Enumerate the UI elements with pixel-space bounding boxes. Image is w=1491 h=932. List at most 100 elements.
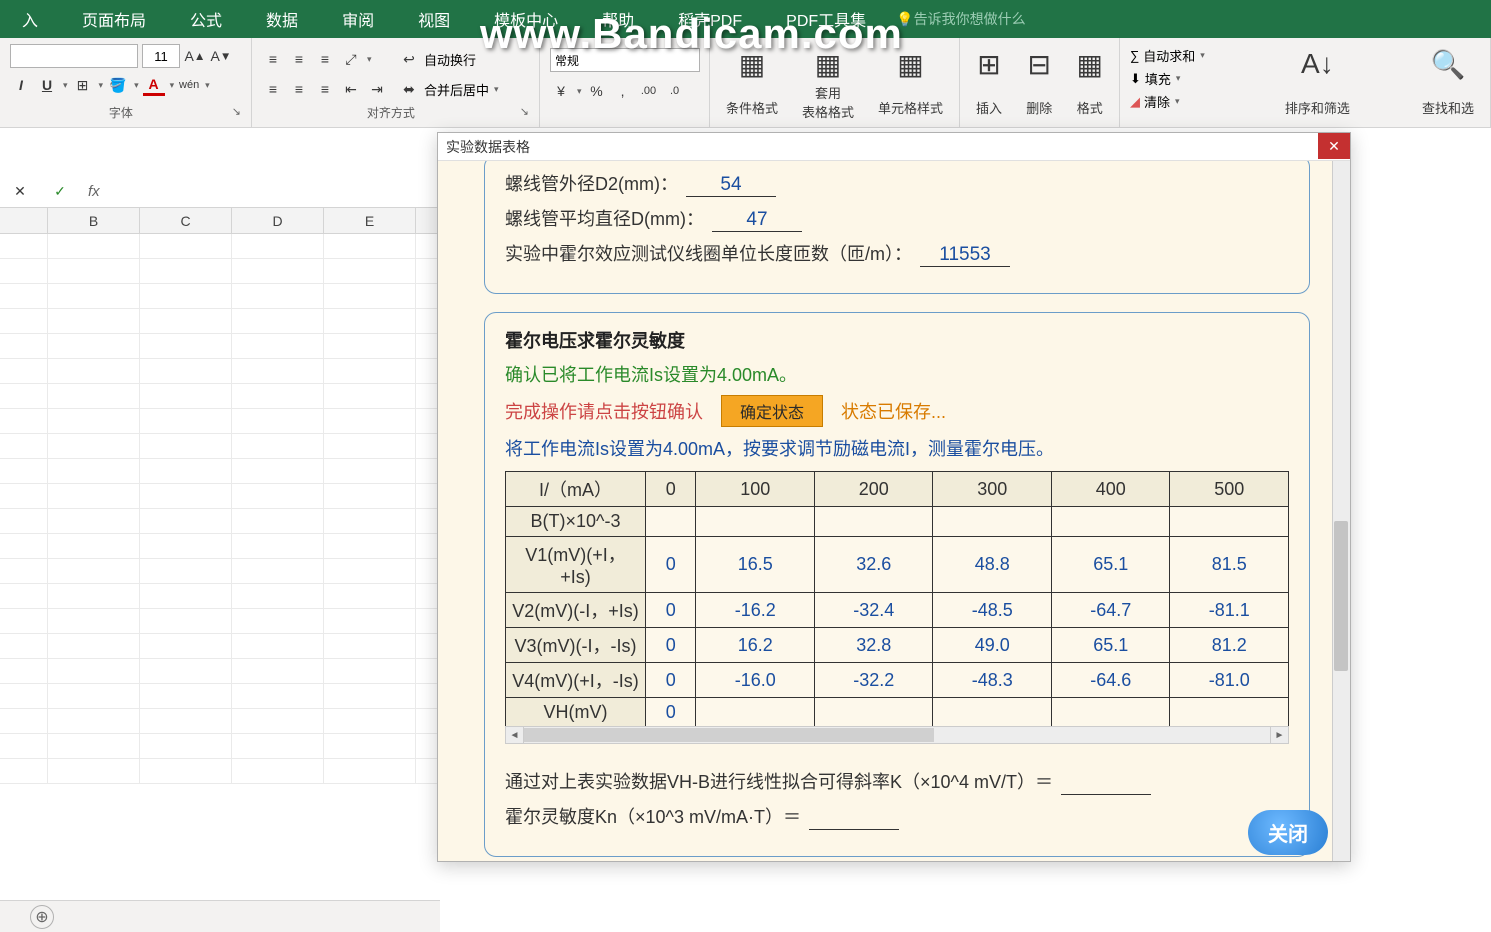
- table-cell[interactable]: 0: [646, 663, 696, 698]
- add-sheet-button[interactable]: ⊕: [30, 905, 54, 929]
- table-cell[interactable]: [696, 507, 815, 537]
- table-cell[interactable]: [696, 698, 815, 728]
- table-cell[interactable]: 32.6: [814, 537, 933, 593]
- comma-icon[interactable]: ,: [612, 80, 634, 102]
- fill-color-icon[interactable]: 🪣: [107, 74, 129, 96]
- table-cell[interactable]: -81.0: [1170, 663, 1289, 698]
- format-as-table-button[interactable]: ▦ 套用 表格格式: [796, 44, 860, 121]
- col-header[interactable]: B: [48, 208, 140, 233]
- table-cell[interactable]: -48.5: [933, 593, 1052, 628]
- table-cell[interactable]: 32.8: [814, 628, 933, 663]
- menu-tab[interactable]: 入: [0, 0, 60, 38]
- conditional-format-button[interactable]: ▦ 条件格式: [720, 44, 784, 121]
- table-cell[interactable]: [1170, 698, 1289, 728]
- table-cell[interactable]: [933, 698, 1052, 728]
- formula-cancel-icon[interactable]: ✕: [0, 181, 40, 203]
- dialog-launcher-icon[interactable]: ↘: [520, 105, 529, 118]
- scroll-right-icon[interactable]: ►: [1270, 727, 1288, 743]
- align-bottom-icon[interactable]: ≡: [314, 48, 336, 70]
- format-cells-button[interactable]: ▦ 格式: [1071, 44, 1109, 121]
- table-cell[interactable]: [1170, 507, 1289, 537]
- fill-button[interactable]: ⬇ 填充 ▾: [1130, 69, 1205, 88]
- currency-icon[interactable]: ¥: [550, 80, 572, 102]
- table-cell[interactable]: [1051, 698, 1170, 728]
- menu-tab[interactable]: 模板中心: [472, 0, 580, 38]
- find-select-button[interactable]: 🔍 查找和选: [1416, 44, 1480, 121]
- indent-increase-icon[interactable]: ⇥: [366, 78, 388, 100]
- merge-center-button[interactable]: ⬌ 合并后居中▾: [398, 78, 499, 100]
- menu-tab[interactable]: 帮助: [580, 0, 656, 38]
- dialog-big-close-button[interactable]: 关闭: [1248, 810, 1328, 855]
- italic-icon[interactable]: I: [10, 74, 32, 96]
- font-size-combo[interactable]: [142, 44, 180, 68]
- decrease-font-icon[interactable]: A▼: [210, 45, 232, 67]
- spreadsheet-grid[interactable]: B C D E: [0, 208, 440, 900]
- tell-me-search[interactable]: 💡 告诉我你想做什么: [896, 9, 1025, 29]
- insert-cells-button[interactable]: ⊞ 插入: [970, 44, 1008, 121]
- table-cell[interactable]: 0: [646, 698, 696, 728]
- menu-tab[interactable]: 公式: [168, 0, 244, 38]
- v-scroll-thumb[interactable]: [1334, 521, 1348, 671]
- col-header[interactable]: C: [140, 208, 232, 233]
- table-cell[interactable]: 0: [646, 628, 696, 663]
- table-cell[interactable]: -48.3: [933, 663, 1052, 698]
- table-h-scrollbar[interactable]: ◄ ►: [505, 726, 1289, 744]
- decrease-decimal-icon[interactable]: .0: [664, 80, 686, 102]
- table-cell[interactable]: 16.5: [696, 537, 815, 593]
- align-left-icon[interactable]: ≡: [262, 78, 284, 100]
- dialog-v-scrollbar[interactable]: [1332, 161, 1350, 861]
- col-header[interactable]: E: [324, 208, 416, 233]
- table-cell[interactable]: -32.4: [814, 593, 933, 628]
- scroll-left-icon[interactable]: ◄: [506, 727, 524, 743]
- table-cell[interactable]: -16.0: [696, 663, 815, 698]
- number-format-combo[interactable]: [550, 48, 700, 72]
- table-cell[interactable]: 81.2: [1170, 628, 1289, 663]
- percent-icon[interactable]: %: [586, 80, 608, 102]
- indent-decrease-icon[interactable]: ⇤: [340, 78, 362, 100]
- table-cell[interactable]: [814, 698, 933, 728]
- align-middle-icon[interactable]: ≡: [288, 48, 310, 70]
- wrap-text-button[interactable]: ↩ 自动换行: [398, 48, 499, 70]
- table-cell[interactable]: [646, 507, 696, 537]
- table-cell[interactable]: 49.0: [933, 628, 1052, 663]
- align-top-icon[interactable]: ≡: [262, 48, 284, 70]
- fit-k-input[interactable]: [1061, 772, 1151, 795]
- menu-tab[interactable]: 页面布局: [60, 0, 168, 38]
- col-header[interactable]: D: [232, 208, 324, 233]
- border-icon[interactable]: ⊞: [72, 74, 94, 96]
- sort-filter-button[interactable]: A↓ 排序和筛选: [1279, 44, 1356, 121]
- table-cell[interactable]: -32.2: [814, 663, 933, 698]
- menu-tab[interactable]: 数据: [244, 0, 320, 38]
- formula-fx-label[interactable]: fx: [80, 176, 440, 207]
- align-center-icon[interactable]: ≡: [288, 78, 310, 100]
- cell-styles-button[interactable]: ▦ 单元格样式: [872, 44, 949, 121]
- table-cell[interactable]: 0: [646, 537, 696, 593]
- menu-tab[interactable]: PDF工具集: [764, 0, 888, 38]
- table-cell[interactable]: -64.7: [1051, 593, 1170, 628]
- table-cell[interactable]: 16.2: [696, 628, 815, 663]
- increase-font-icon[interactable]: A▲: [184, 45, 206, 67]
- underline-icon[interactable]: U: [36, 74, 58, 96]
- table-cell[interactable]: 81.5: [1170, 537, 1289, 593]
- formula-enter-icon[interactable]: ✓: [40, 181, 80, 203]
- table-cell[interactable]: -81.1: [1170, 593, 1289, 628]
- delete-cells-button[interactable]: ⊟ 删除: [1020, 44, 1058, 121]
- kn-input[interactable]: [809, 807, 899, 830]
- table-cell[interactable]: 48.8: [933, 537, 1052, 593]
- menu-tab[interactable]: 审阅: [320, 0, 396, 38]
- table-cell[interactable]: [933, 507, 1052, 537]
- table-cell[interactable]: -64.6: [1051, 663, 1170, 698]
- table-cell[interactable]: 65.1: [1051, 628, 1170, 663]
- dialog-launcher-icon[interactable]: ↘: [232, 105, 241, 118]
- align-right-icon[interactable]: ≡: [314, 78, 336, 100]
- increase-decimal-icon[interactable]: .00: [638, 80, 660, 102]
- menu-tab[interactable]: 视图: [396, 0, 472, 38]
- font-family-combo[interactable]: [10, 44, 138, 68]
- dialog-close-button[interactable]: ✕: [1318, 133, 1350, 159]
- table-cell[interactable]: 65.1: [1051, 537, 1170, 593]
- phonetic-icon[interactable]: wén: [178, 74, 200, 96]
- table-cell[interactable]: 0: [646, 593, 696, 628]
- table-cell[interactable]: -16.2: [696, 593, 815, 628]
- table-cell[interactable]: [814, 507, 933, 537]
- confirm-status-button[interactable]: 确定状态: [721, 395, 823, 427]
